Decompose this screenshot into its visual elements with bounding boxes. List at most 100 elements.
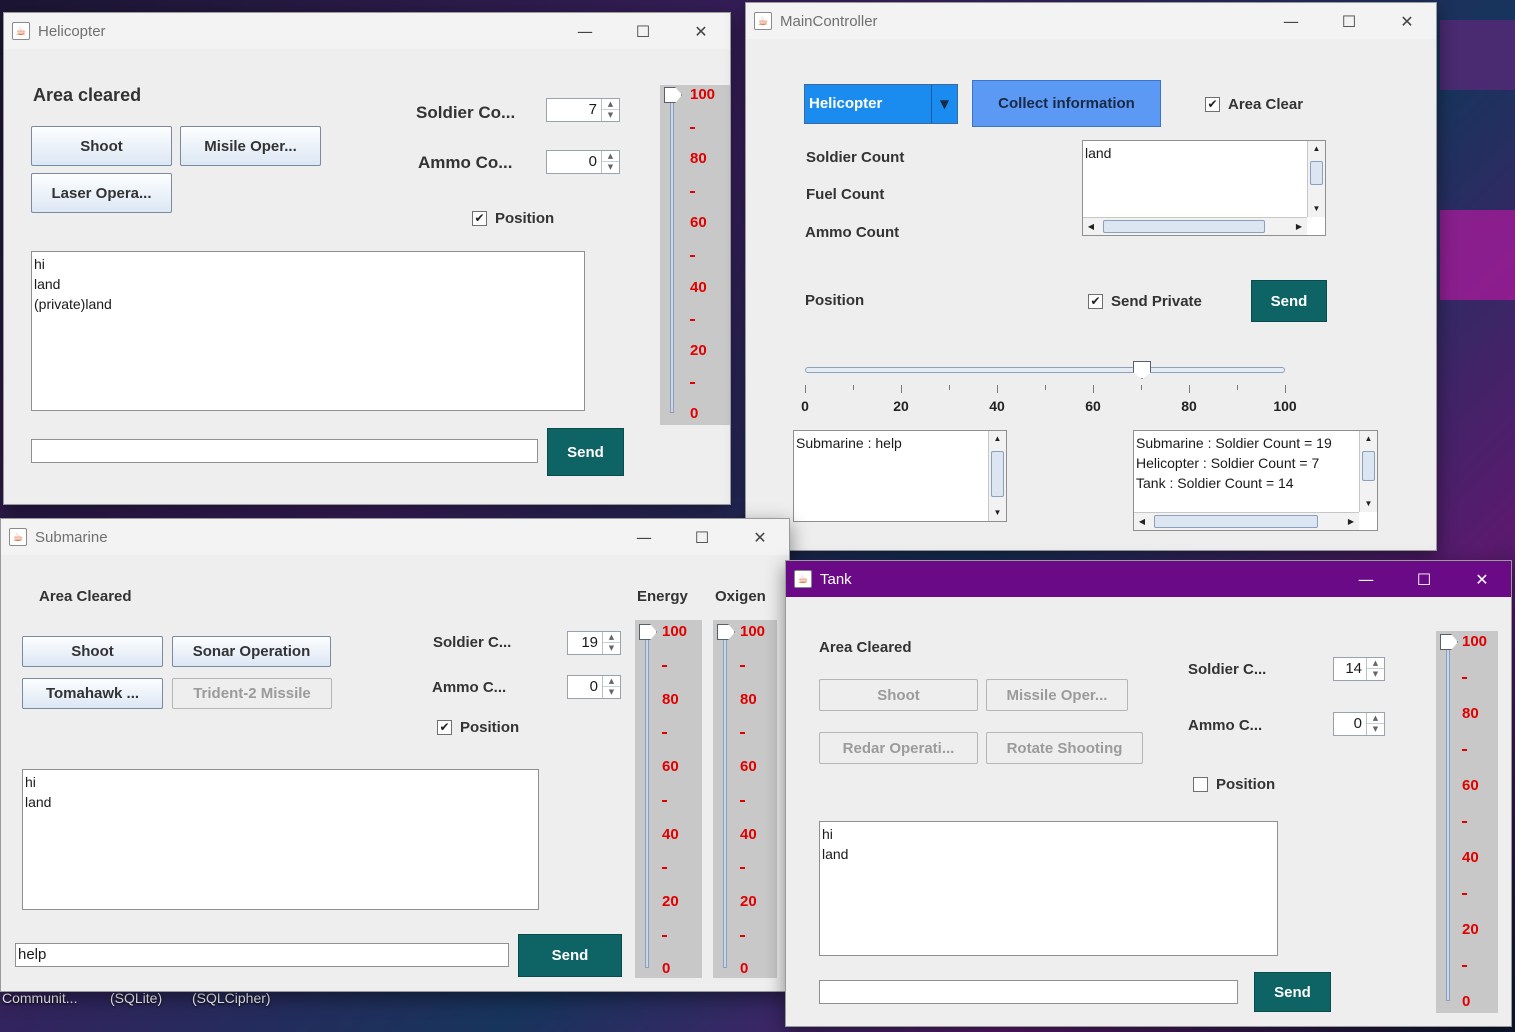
scroll-down-icon[interactable]: ▼ xyxy=(1308,201,1325,217)
scroll-knob[interactable] xyxy=(1103,220,1265,233)
message-input[interactable]: help xyxy=(15,943,509,967)
area-clear-checkbox[interactable]: ✔ Area Clear xyxy=(1205,96,1303,113)
counts-area[interactable]: Submarine : Soldier Count = 19 Helicopte… xyxy=(1133,430,1378,531)
position-checkbox[interactable]: ✔ Position xyxy=(472,210,554,227)
laser-operation-button[interactable]: Laser Opera... xyxy=(31,173,172,213)
ammo-count-spinner[interactable]: 0 ▲ ▼ xyxy=(1333,712,1385,736)
checkbox-empty-icon[interactable] xyxy=(1193,777,1208,792)
ammo-count-value[interactable]: 0 xyxy=(547,151,601,173)
desktop-label-3[interactable]: (SQLCipher) xyxy=(192,990,271,1006)
soldier-count-value[interactable]: 19 xyxy=(568,632,602,654)
maximize-icon[interactable]: ☐ xyxy=(614,13,672,49)
missile-operation-button[interactable]: Misile Oper... xyxy=(180,126,321,166)
spinner-up-icon[interactable]: ▲ xyxy=(1367,658,1384,669)
message-log[interactable]: hi land (private)land xyxy=(31,251,585,411)
horizontal-scrollbar[interactable]: ◀ ▶ xyxy=(1083,217,1307,235)
slider-track[interactable] xyxy=(645,628,649,968)
shoot-button[interactable]: Shoot xyxy=(31,126,172,166)
position-slider-thumb[interactable] xyxy=(1133,361,1151,379)
spinner-down-icon[interactable]: ▼ xyxy=(1367,669,1384,680)
spinner-up-icon[interactable]: ▲ xyxy=(603,676,620,687)
slider-track[interactable] xyxy=(723,628,727,968)
slider-thumb[interactable] xyxy=(664,87,682,103)
slider-track[interactable] xyxy=(670,93,674,413)
energy-slider[interactable]: 100 80 60 40 20 0 xyxy=(635,620,702,978)
vertical-scrollbar[interactable]: ▲ ▼ xyxy=(988,431,1006,521)
slider-thumb[interactable] xyxy=(1440,634,1458,650)
send-button[interactable]: Send xyxy=(1251,280,1327,322)
info-area[interactable]: land ▲ ▼ ◀ ▶ xyxy=(1082,140,1326,236)
scroll-down-icon[interactable]: ▼ xyxy=(989,505,1006,521)
soldier-count-value[interactable]: 14 xyxy=(1334,658,1366,680)
vehicle-select[interactable]: Helicopter ▼ xyxy=(804,84,958,124)
close-icon[interactable]: ✕ xyxy=(672,13,730,49)
spinner-down-icon[interactable]: ▼ xyxy=(603,643,620,654)
scroll-knob[interactable] xyxy=(1154,515,1318,528)
sonar-operation-button[interactable]: Sonar Operation xyxy=(172,636,331,667)
horizontal-scrollbar[interactable]: ◀ ▶ xyxy=(1134,512,1359,530)
vertical-scrollbar[interactable]: ▲ ▼ xyxy=(1359,431,1377,512)
position-checkbox[interactable]: Position xyxy=(1193,776,1275,793)
soldier-count-spinner[interactable]: 7 ▲ ▼ xyxy=(546,98,620,122)
slider-thumb[interactable] xyxy=(639,624,657,640)
ammo-count-spinner[interactable]: 0 ▲ ▼ xyxy=(546,150,620,174)
minimize-icon[interactable]: — xyxy=(1337,561,1395,597)
minimize-icon[interactable]: — xyxy=(1262,3,1320,39)
message-log[interactable]: hi land xyxy=(819,821,1278,956)
checkmark-icon[interactable]: ✔ xyxy=(472,211,487,226)
vehicle-select-value[interactable]: Helicopter xyxy=(809,85,882,123)
send-private-checkbox[interactable]: ✔ Send Private xyxy=(1088,293,1202,310)
spinner-up-icon[interactable]: ▲ xyxy=(602,151,619,162)
trident-missile-button[interactable]: Trident-2 Missile xyxy=(172,678,332,709)
minimize-icon[interactable]: — xyxy=(556,13,614,49)
checkmark-icon[interactable]: ✔ xyxy=(1088,294,1103,309)
checkmark-icon[interactable]: ✔ xyxy=(1205,97,1220,112)
shoot-button[interactable]: Shoot xyxy=(22,636,163,667)
spinner-down-icon[interactable]: ▼ xyxy=(602,162,619,173)
checkmark-icon[interactable]: ✔ xyxy=(437,720,452,735)
oxigen-slider[interactable]: 100 80 60 40 20 0 xyxy=(713,620,777,978)
send-button[interactable]: Send xyxy=(547,428,624,476)
slider-thumb[interactable] xyxy=(717,624,735,640)
rotate-shooting-button[interactable]: Rotate Shooting xyxy=(986,732,1143,764)
ammo-count-spinner[interactable]: 0 ▲ ▼ xyxy=(567,675,621,699)
spinner-down-icon[interactable]: ▼ xyxy=(602,110,619,121)
scroll-knob[interactable] xyxy=(1362,451,1375,481)
position-slider-track[interactable] xyxy=(805,367,1285,373)
scroll-left-icon[interactable]: ◀ xyxy=(1134,513,1150,530)
level-slider[interactable]: 100 80 60 40 20 0 xyxy=(1436,631,1498,1013)
close-icon[interactable]: ✕ xyxy=(1453,561,1511,597)
spinner-down-icon[interactable]: ▼ xyxy=(603,687,620,698)
scroll-up-icon[interactable]: ▲ xyxy=(989,431,1006,447)
desktop-label-2[interactable]: (SQLite) xyxy=(110,990,162,1006)
minimize-icon[interactable]: — xyxy=(615,519,673,555)
scroll-right-icon[interactable]: ▶ xyxy=(1343,513,1359,530)
scroll-right-icon[interactable]: ▶ xyxy=(1291,218,1307,235)
scroll-knob[interactable] xyxy=(1310,161,1323,185)
position-checkbox[interactable]: ✔ Position xyxy=(437,719,519,736)
helicopter-titlebar[interactable]: ☕ Helicopter — ☐ ✕ xyxy=(4,13,730,49)
tank-titlebar[interactable]: ☕ Tank — ☐ ✕ xyxy=(786,561,1511,597)
spinner-up-icon[interactable]: ▲ xyxy=(602,99,619,110)
close-icon[interactable]: ✕ xyxy=(1378,3,1436,39)
spinner-up-icon[interactable]: ▲ xyxy=(603,632,620,643)
spinner-up-icon[interactable]: ▲ xyxy=(1367,713,1384,724)
send-button[interactable]: Send xyxy=(518,934,622,977)
maximize-icon[interactable]: ☐ xyxy=(1395,561,1453,597)
maximize-icon[interactable]: ☐ xyxy=(673,519,731,555)
scroll-knob[interactable] xyxy=(991,451,1004,497)
soldier-count-spinner[interactable]: 19 ▲ ▼ xyxy=(567,631,621,655)
maximize-icon[interactable]: ☐ xyxy=(1320,3,1378,39)
message-input[interactable] xyxy=(819,980,1238,1004)
level-slider[interactable]: 100 80 60 40 20 0 xyxy=(660,85,730,425)
message-input[interactable] xyxy=(31,439,538,463)
tomahawk-button[interactable]: Tomahawk ... xyxy=(22,678,163,709)
close-icon[interactable]: ✕ xyxy=(731,519,789,555)
scroll-left-icon[interactable]: ◀ xyxy=(1083,218,1099,235)
ammo-count-value[interactable]: 0 xyxy=(568,676,602,698)
send-button[interactable]: Send xyxy=(1254,972,1331,1012)
messages-area[interactable]: Submarine : help ▲ ▼ xyxy=(793,430,1007,522)
controller-titlebar[interactable]: ☕ MainController — ☐ ✕ xyxy=(746,3,1436,39)
slider-track[interactable] xyxy=(1446,637,1450,1001)
spinner-down-icon[interactable]: ▼ xyxy=(1367,724,1384,735)
